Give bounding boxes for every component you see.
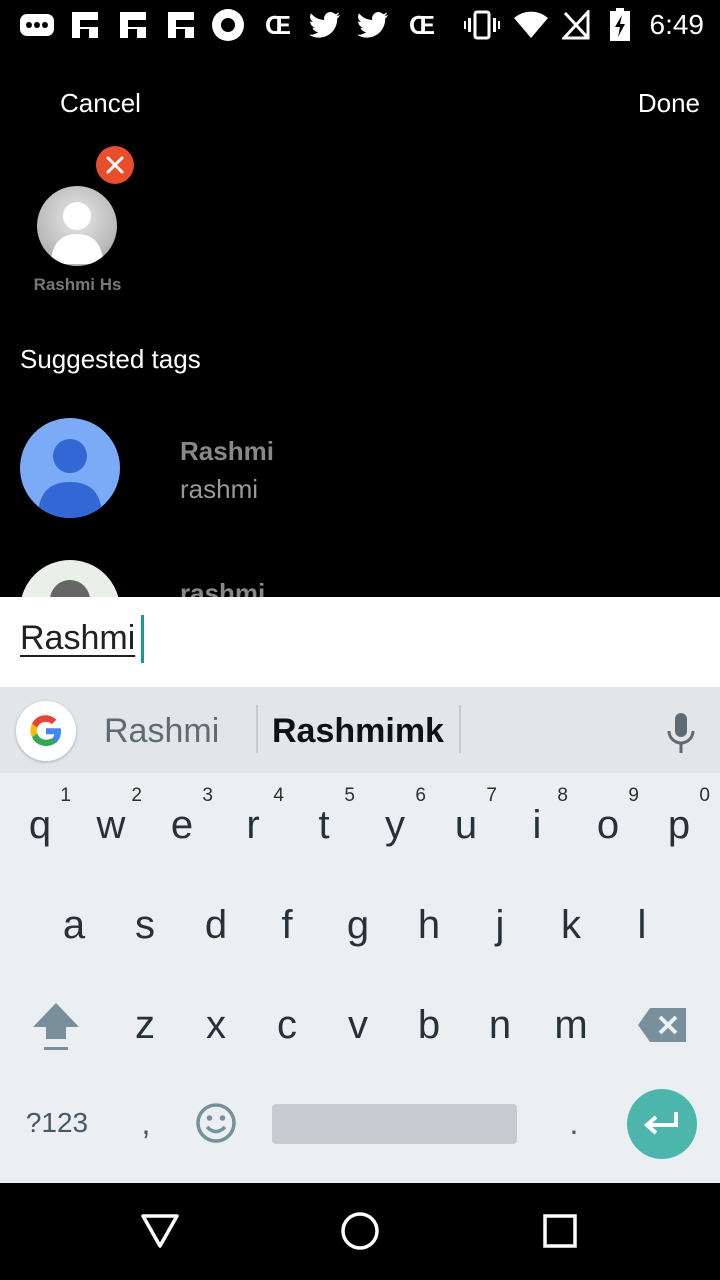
backspace-icon <box>638 1008 686 1042</box>
twitter-icon <box>308 8 342 42</box>
period-key[interactable]: . <box>544 1093 604 1153</box>
key-b[interactable]: b <box>394 985 464 1075</box>
suggestion-row[interactable]: Rashmi rashmi <box>0 410 720 530</box>
enter-icon <box>643 1112 678 1135</box>
key-q[interactable]: 1q <box>5 785 75 875</box>
chat-icon <box>18 8 56 42</box>
key-e[interactable]: 3e <box>147 785 217 875</box>
flipboard-icon <box>70 8 100 42</box>
backspace-key[interactable] <box>630 997 694 1053</box>
key-n[interactable]: n <box>465 985 535 1075</box>
key-a[interactable]: a <box>39 885 109 975</box>
shift-icon <box>33 1003 79 1050</box>
selected-tag-name: Rashmi Hs <box>33 275 122 294</box>
key-l[interactable]: l <box>607 885 677 975</box>
suggested-tags-heading: Suggested tags <box>20 344 201 374</box>
google-button[interactable] <box>16 701 76 761</box>
avatar <box>20 560 120 597</box>
key-o[interactable]: 9o <box>573 785 643 875</box>
key-w[interactable]: 2w <box>76 785 146 875</box>
key-u[interactable]: 7u <box>431 785 501 875</box>
key-p[interactable]: 0p <box>644 785 714 875</box>
suggestion-strip: Rashmi Rashmimk <box>0 687 720 773</box>
key-d[interactable]: d <box>181 885 251 975</box>
key-g[interactable]: g <box>323 885 393 975</box>
record-icon <box>210 8 246 42</box>
symbols-key[interactable]: ?123 <box>14 1093 100 1153</box>
suggestion-1[interactable]: Rashmi <box>104 709 219 753</box>
status-time: 6:49 <box>649 9 705 40</box>
twitter-icon <box>356 8 390 42</box>
mic-icon <box>667 713 695 753</box>
keyboard: Rashmi Rashmimk 1q 2w 3e 4r 5t 6y 7u 8i … <box>0 687 720 1183</box>
home-icon <box>341 1212 379 1250</box>
key-f[interactable]: f <box>252 885 322 975</box>
suggestion-name: Rashmi <box>180 436 274 466</box>
key-z[interactable]: z <box>110 985 180 1075</box>
recents-button[interactable] <box>530 1201 590 1261</box>
avatar <box>20 418 120 518</box>
comma-key[interactable]: , <box>116 1093 176 1153</box>
flipboard-icon <box>166 8 196 42</box>
key-h[interactable]: h <box>394 885 464 975</box>
key-t[interactable]: 5t <box>289 785 359 875</box>
vibrate-icon <box>464 8 500 42</box>
person-icon <box>38 439 102 518</box>
back-button[interactable] <box>130 1201 190 1261</box>
remove-tag-button[interactable] <box>96 146 134 184</box>
key-i[interactable]: 8i <box>502 785 572 875</box>
divider <box>459 705 461 753</box>
key-v[interactable]: v <box>323 985 393 1075</box>
person-icon <box>50 580 90 597</box>
no-sim-icon <box>560 8 592 42</box>
done-button[interactable]: Done <box>638 88 700 119</box>
home-button[interactable] <box>330 1201 390 1261</box>
cancel-button[interactable]: Cancel <box>60 88 141 119</box>
suggestion-row[interactable]: rashmi <box>0 552 720 597</box>
wifi-icon <box>512 8 550 42</box>
navigation-bar <box>0 1183 720 1280</box>
key-r[interactable]: 4r <box>218 785 288 875</box>
key-x[interactable]: x <box>181 985 251 1075</box>
tag-search-input[interactable]: Rashmi <box>0 597 720 687</box>
suggestion-name: rashmi <box>180 578 266 597</box>
shift-key[interactable] <box>20 987 92 1067</box>
search-input-text: Rashmi <box>20 619 136 657</box>
key-y[interactable]: 6y <box>360 785 430 875</box>
enter-key[interactable] <box>627 1089 697 1159</box>
spacebar[interactable] <box>272 1104 517 1144</box>
key-k[interactable]: k <box>536 885 606 975</box>
close-icon <box>106 156 124 174</box>
flipboard-icon <box>118 8 148 42</box>
suggestion-username: rashmi <box>180 474 259 504</box>
key-s[interactable]: s <box>110 885 180 975</box>
back-icon <box>141 1214 179 1248</box>
key-m[interactable]: m <box>536 985 606 1075</box>
suggestion-2[interactable]: Rashmimk <box>272 709 444 753</box>
divider <box>256 705 258 753</box>
status-bar: Œ Œ 6:49 <box>0 0 720 50</box>
recents-icon <box>543 1214 577 1248</box>
ce-icon: Œ <box>265 9 291 40</box>
key-j[interactable]: j <box>465 885 535 975</box>
text-cursor <box>141 615 144 663</box>
google-icon <box>30 715 61 747</box>
selected-avatar <box>37 186 117 266</box>
emoji-key[interactable] <box>186 1093 246 1153</box>
key-c[interactable]: c <box>252 985 322 1075</box>
mic-button[interactable] <box>660 709 702 757</box>
battery-charging-icon <box>606 8 634 42</box>
emoji-icon <box>196 1103 236 1143</box>
person-placeholder-icon <box>51 202 103 264</box>
ce-icon: Œ <box>409 9 435 40</box>
